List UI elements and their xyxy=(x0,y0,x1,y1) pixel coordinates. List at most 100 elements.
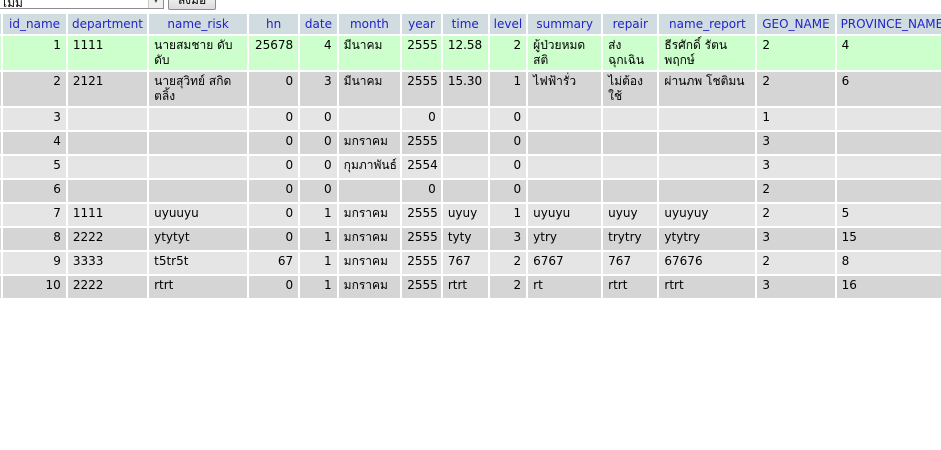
cell-year: 2555 xyxy=(402,276,441,298)
cell-name-risk: นายสมชาย ดับดับ xyxy=(149,36,248,70)
column-header-hn[interactable]: hn xyxy=(249,14,299,34)
cell-geo-name: 3 xyxy=(757,276,835,298)
table-row[interactable]: 4 0 0 มกราคม 2555 0 3 xyxy=(0,132,941,154)
row-selector[interactable] xyxy=(0,180,2,202)
cell-month xyxy=(338,108,401,130)
table-row[interactable]: 10 2222 rtrt 0 1 มกราคม 2555 rtrt 2 rt rtrt rtrt 3 16 xyxy=(0,276,941,298)
cell-summary: 6767 xyxy=(528,252,602,274)
cell-date: 1 xyxy=(300,228,337,250)
row-selector[interactable] xyxy=(0,108,2,130)
cell-level: 1 xyxy=(489,204,527,226)
cell-department xyxy=(67,132,148,154)
toolbar: เมม ▼ ลงมือ xyxy=(0,0,941,11)
cell-level: 2 xyxy=(489,36,527,70)
cell-level: 0 xyxy=(489,156,527,178)
cell-month: มกราคม xyxy=(338,132,401,154)
cell-geo-name: 3 xyxy=(757,132,835,154)
cell-geo-name: 1 xyxy=(757,108,835,130)
cell-summary: ytry xyxy=(528,228,602,250)
cell-id-name: 5 xyxy=(3,156,66,178)
cell-time xyxy=(442,108,488,130)
cell-time: tyty xyxy=(442,228,488,250)
cell-name-risk xyxy=(149,132,248,154)
row-selector[interactable] xyxy=(0,72,2,106)
column-header-year[interactable]: year xyxy=(402,14,441,34)
column-header-name-risk[interactable]: name_risk xyxy=(149,14,248,34)
cell-hn: 25678 xyxy=(249,36,299,70)
row-selector[interactable] xyxy=(0,252,2,274)
cell-month xyxy=(338,180,401,202)
cell-hn: 0 xyxy=(249,132,299,154)
table-row[interactable]: 8 2222 ytytyt 0 1 มกราคม 2555 tyty 3 ytry trytry yt… xyxy=(0,228,941,250)
cell-name-report xyxy=(659,108,756,130)
column-header-department[interactable]: department xyxy=(67,14,148,34)
column-header-geo-name[interactable]: GEO_NAME xyxy=(757,14,835,34)
column-header-province-name[interactable]: PROVINCE_NAME xyxy=(836,14,941,34)
column-header-month[interactable]: month xyxy=(338,14,401,34)
cell-month: กุมภาพันธ์ xyxy=(338,156,401,178)
cell-name-report: uyuyuy xyxy=(659,204,756,226)
column-header-time[interactable]: time xyxy=(442,14,488,34)
row-selector[interactable] xyxy=(0,156,2,178)
cell-name-risk: นายสุวิทย์ สกิดตลิ้ง xyxy=(149,72,248,106)
cell-level: 3 xyxy=(489,228,527,250)
column-header-date[interactable]: date xyxy=(300,14,337,34)
cell-id-name: 1 xyxy=(3,36,66,70)
cell-department: 1111 xyxy=(67,204,148,226)
table-row[interactable]: 2 2121 นายสุวิทย์ สกิดตลิ้ง 0 3 มีนาคม 2555 15.… xyxy=(0,72,941,106)
cell-repair: ส่งฉุกเฉิน xyxy=(603,36,658,70)
row-selector[interactable] xyxy=(0,228,2,250)
cell-hn: 0 xyxy=(249,108,299,130)
cell-name-report: 67676 xyxy=(659,252,756,274)
cell-name-report xyxy=(659,156,756,178)
cell-level: 0 xyxy=(489,108,527,130)
cell-time: rtrt xyxy=(442,276,488,298)
cell-month: มกราคม xyxy=(338,252,401,274)
row-selector[interactable] xyxy=(0,204,2,226)
table-header-row: id_name department name_risk hn date mon… xyxy=(0,14,941,34)
column-header-summary[interactable]: summary xyxy=(528,14,602,34)
cell-province-name xyxy=(836,132,941,154)
cell-year: 2555 xyxy=(402,36,441,70)
cell-id-name: 2 xyxy=(3,72,66,106)
cell-summary xyxy=(528,156,602,178)
cell-name-risk xyxy=(149,180,248,202)
row-selector[interactable] xyxy=(0,276,2,298)
cell-time xyxy=(442,132,488,154)
cell-year: 2554 xyxy=(402,156,441,178)
table-row[interactable]: 9 3333 t5tr5t 67 1 มกราคม 2555 767 2 6767 767 67676… xyxy=(0,252,941,274)
cell-name-risk: t5tr5t xyxy=(149,252,248,274)
column-header-id-name[interactable]: id_name xyxy=(3,14,66,34)
cell-level: 1 xyxy=(489,72,527,106)
cell-province-name: 6 xyxy=(836,72,941,106)
row-selector[interactable] xyxy=(0,132,2,154)
column-header-repair[interactable]: repair xyxy=(603,14,658,34)
cell-time xyxy=(442,180,488,202)
table-row[interactable]: 300001 xyxy=(0,108,941,130)
cell-name-report: ytytry xyxy=(659,228,756,250)
cell-geo-name: 3 xyxy=(757,156,835,178)
table-row[interactable]: 1 1111 นายสมชาย ดับดับ 25678 4 มีนาคม 2555 12.5… xyxy=(0,36,941,70)
cell-name-report: ธีรศักดิ์ รัตนพฤกษ์ xyxy=(659,36,756,70)
action-select[interactable]: เมม ▼ xyxy=(0,0,164,10)
cell-department xyxy=(67,180,148,202)
cell-province-name: 15 xyxy=(836,228,941,250)
cell-level: 2 xyxy=(489,276,527,298)
cell-geo-name: 2 xyxy=(757,36,835,70)
table-row[interactable]: 5 0 0 กุมภาพันธ์ 2554 0 3 xyxy=(0,156,941,178)
cell-year: 2555 xyxy=(402,132,441,154)
cell-id-name: 4 xyxy=(3,132,66,154)
cell-month: มีนาคม xyxy=(338,36,401,70)
cell-province-name: 4 xyxy=(836,36,941,70)
row-selector[interactable] xyxy=(0,36,2,70)
cell-repair xyxy=(603,156,658,178)
cell-year: 0 xyxy=(402,180,441,202)
column-header-name-report[interactable]: name_report xyxy=(659,14,756,34)
go-button[interactable]: ลงมือ xyxy=(168,0,216,10)
chevron-down-icon[interactable]: ▼ xyxy=(148,0,163,8)
column-header-level[interactable]: level xyxy=(489,14,527,34)
table-row[interactable]: 7 1111 uyuuyu 0 1 มกราคม 2555 uyuy 1 uyuyu uyuy uyu… xyxy=(0,204,941,226)
table-row[interactable]: 600002 xyxy=(0,180,941,202)
cell-date: 4 xyxy=(300,36,337,70)
cell-month: มีนาคม xyxy=(338,72,401,106)
